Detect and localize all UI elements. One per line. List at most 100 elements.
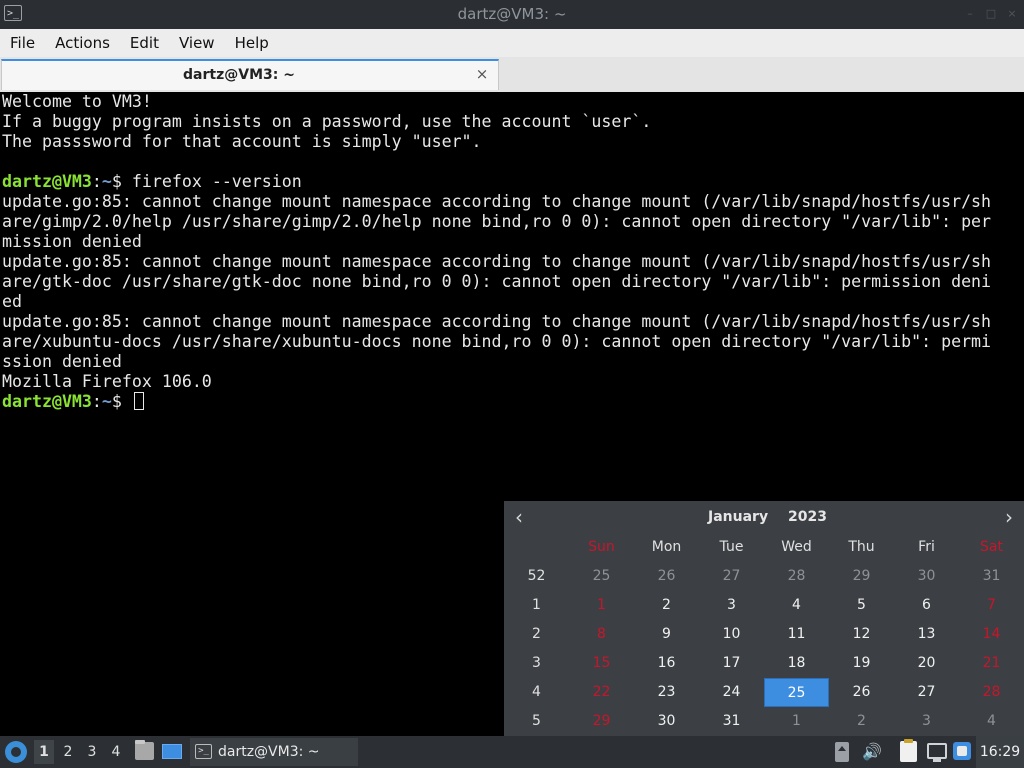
calendar-day[interactable]: 20 (894, 649, 959, 678)
calendar-day[interactable]: 21 (959, 649, 1024, 678)
calendar-day-selected[interactable]: 25 (764, 678, 829, 707)
output-text: are/xubuntu-docs /usr/share/xubuntu-docs… (2, 332, 992, 351)
maximize-icon[interactable]: □ (985, 8, 997, 20)
week-number: 52 (527, 568, 546, 584)
calendar-day[interactable]: 4 (764, 591, 829, 620)
calendar-day[interactable]: 29 (569, 707, 634, 736)
calendar-day[interactable]: 30 (634, 707, 699, 736)
close-icon[interactable]: × (1006, 8, 1018, 20)
calendar-day[interactable]: 26 (829, 678, 894, 707)
show-desktop-icon[interactable] (162, 744, 182, 759)
workspace-3[interactable]: 3 (82, 740, 102, 764)
menu-actions[interactable]: Actions (45, 29, 120, 57)
menu-file[interactable]: File (0, 29, 45, 57)
output-line: ed (2, 292, 22, 312)
calendar-day[interactable]: 31 (699, 707, 764, 736)
calendar-day[interactable]: 31 (959, 562, 1024, 591)
calendar-day[interactable]: 19 (829, 649, 894, 678)
clock[interactable]: 16:29 (976, 736, 1024, 768)
calendar-day[interactable]: 28 (959, 678, 1024, 707)
previous-month-icon[interactable]: ‹ (510, 507, 528, 527)
prompt-symbol: $ (111, 172, 132, 191)
calendar-day[interactable]: 23 (634, 678, 699, 707)
calendar-day[interactable]: 30 (894, 562, 959, 591)
eject-icon[interactable] (835, 742, 849, 762)
prompt-line: dartz@VM3:~$ (2, 392, 144, 412)
calendar-day[interactable]: 24 (699, 678, 764, 707)
calendar-day[interactable]: 2 (634, 591, 699, 620)
prompt-user: dartz@VM3 (2, 392, 92, 411)
workspace-2[interactable]: 2 (58, 740, 78, 764)
tab-label: dartz@VM3: ~ (183, 67, 295, 83)
network-icon[interactable] (927, 743, 947, 762)
volume-icon[interactable]: 🔊 (862, 742, 882, 762)
menu-help[interactable]: Help (225, 29, 279, 57)
calendar-day[interactable]: 13 (894, 620, 959, 649)
calendar-day[interactable]: 10 (699, 620, 764, 649)
next-month-icon[interactable]: › (1000, 507, 1018, 527)
calendar-day[interactable]: 2 (829, 707, 894, 736)
whisker-menu-icon[interactable] (5, 741, 27, 763)
tab-close-icon[interactable]: × (474, 66, 490, 82)
calendar-day[interactable]: 1 (764, 707, 829, 736)
calendar-day[interactable]: 7 (959, 591, 1024, 620)
calendar-day[interactable]: 4 (959, 707, 1024, 736)
calendar-day[interactable]: 17 (699, 649, 764, 678)
calendar-day[interactable]: 3 (894, 707, 959, 736)
output-line: Welcome to VM3! (2, 92, 152, 112)
window-title: dartz@VM3: ~ (457, 5, 567, 23)
notification-icon[interactable] (953, 742, 971, 760)
calendar-day[interactable]: 22 (569, 678, 634, 707)
calendar-day[interactable]: 18 (764, 649, 829, 678)
menubar: File Actions Edit View Help (0, 29, 1024, 57)
week-number: 5 (532, 713, 541, 729)
prompt-separator: : (91, 392, 102, 411)
weekday-header: Wed (781, 539, 812, 555)
calendar-day[interactable]: 27 (894, 678, 959, 707)
menu-view[interactable]: View (169, 29, 225, 57)
calendar-day[interactable]: 1 (569, 591, 634, 620)
workspace-4[interactable]: 4 (106, 740, 126, 764)
calendar-day[interactable]: 11 (764, 620, 829, 649)
clipboard-icon[interactable] (900, 739, 917, 762)
output-line: update.go:85: cannot change mount namesp… (2, 192, 991, 212)
output-line: are/xubuntu-docs /usr/share/xubuntu-docs… (2, 332, 991, 352)
terminal-icon: >_ (195, 744, 212, 759)
taskbar-terminal-button[interactable]: >_ dartz@VM3: ~ (190, 738, 358, 766)
week-number: 3 (532, 655, 541, 671)
calendar-day[interactable]: 12 (829, 620, 894, 649)
prompt-user: dartz@VM3 (2, 172, 92, 191)
workspace-1[interactable]: 1 (34, 740, 54, 764)
calendar-day[interactable]: 26 (634, 562, 699, 591)
calendar-day[interactable]: 25 (569, 562, 634, 591)
calendar-day[interactable]: 28 (764, 562, 829, 591)
calendar-day[interactable]: 14 (959, 620, 1024, 649)
menu-edit[interactable]: Edit (120, 29, 169, 57)
output-line: update.go:85: cannot change mount namesp… (2, 312, 991, 332)
weekday-header: Tue (719, 539, 744, 555)
output-text: ssion denied (2, 352, 122, 371)
file-manager-icon[interactable] (135, 740, 154, 760)
window-titlebar[interactable]: >_ dartz@VM3: ~ – □ × (0, 0, 1024, 29)
calendar-day[interactable]: 8 (569, 620, 634, 649)
output-text: update.go:85: cannot change mount namesp… (2, 312, 992, 331)
calendar-day[interactable]: 6 (894, 591, 959, 620)
calendar-day[interactable]: 15 (569, 649, 634, 678)
output-text: If a buggy program insists on a password… (2, 112, 652, 131)
output-line: ssion denied (2, 352, 122, 372)
output-text: ed (2, 292, 22, 311)
terminal-tab[interactable]: dartz@VM3: ~ × (1, 59, 499, 90)
calendar-day[interactable]: 5 (829, 591, 894, 620)
calendar-year[interactable]: 2023 (788, 509, 827, 525)
output-text: mission denied (2, 232, 142, 251)
calendar-day[interactable]: 29 (829, 562, 894, 591)
calendar-day[interactable]: 3 (699, 591, 764, 620)
calendar-month[interactable]: January (708, 509, 768, 525)
week-number: 4 (532, 684, 541, 700)
calendar-day[interactable]: 27 (699, 562, 764, 591)
calendar-day[interactable]: 16 (634, 649, 699, 678)
minimize-icon[interactable]: – (964, 8, 976, 20)
output-line: are/gtk-doc /usr/share/gtk-doc none bind… (2, 272, 991, 292)
output-text: update.go:85: cannot change mount namesp… (2, 192, 992, 211)
calendar-day[interactable]: 9 (634, 620, 699, 649)
